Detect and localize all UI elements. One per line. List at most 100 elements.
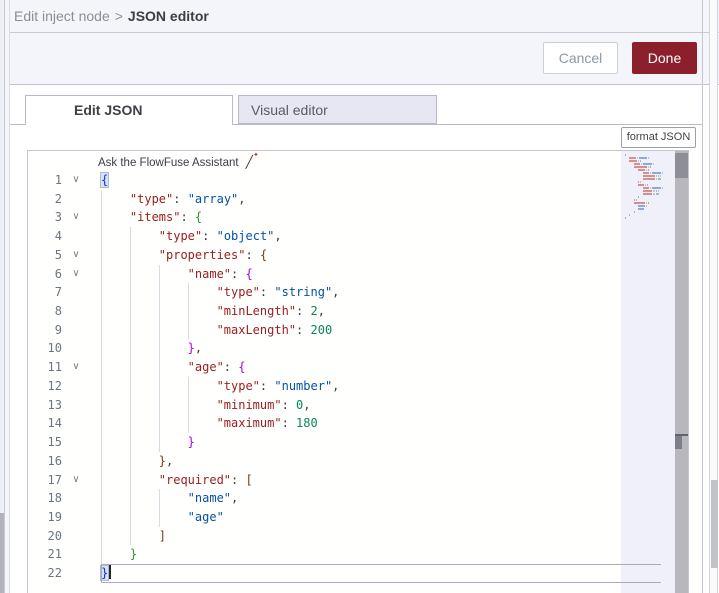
code-text: "properties": { <box>88 245 675 265</box>
code-text: "items": { <box>88 208 675 228</box>
code-text: "maxLength": 200 <box>88 320 675 340</box>
code-line[interactable]: 9 "maxLength": 200 <box>28 320 675 340</box>
code-text: "name", <box>88 489 675 508</box>
fold-gutter <box>64 190 88 209</box>
code-line[interactable]: 13 "minimum": 0, <box>28 395 675 415</box>
fold-gutter <box>64 489 88 508</box>
code-text: ] <box>88 526 675 546</box>
fold-gutter <box>64 545 88 564</box>
code-line[interactable]: 16}, <box>28 451 675 471</box>
fold-gutter <box>64 377 88 396</box>
line-number: 8 <box>54 304 62 319</box>
line-number: 20 <box>47 528 62 543</box>
line-number: 11 <box>47 360 62 375</box>
code-text: "type": "string", <box>88 283 675 303</box>
code-line[interactable]: 20] <box>28 526 675 546</box>
breadcrumb-parent-link[interactable]: Edit inject node <box>14 8 110 24</box>
code-line[interactable]: 15} <box>28 433 675 452</box>
breadcrumb-separator: > <box>114 8 123 24</box>
code-line[interactable]: 3 ∨ "items": { <box>28 208 675 228</box>
cancel-button[interactable]: Cancel <box>543 42 618 74</box>
code-line[interactable]: 11 ∨ "age": { <box>28 358 675 377</box>
line-number: 15 <box>47 435 62 450</box>
text-cursor <box>109 565 112 580</box>
code-text: "required": [ <box>88 470 675 490</box>
code-text: "maximum": 180 <box>88 414 675 434</box>
code-text: "type": "number", <box>88 376 675 396</box>
code-line[interactable]: 18 "name", <box>28 489 675 508</box>
tab-edit-json[interactable]: Edit JSON <box>25 95 233 125</box>
done-button[interactable]: Done <box>632 42 697 74</box>
code-lines[interactable]: 1 ∨{2 "type": "array", 3 ∨ "items": {4 "type":… <box>28 171 675 583</box>
assistant-hint[interactable]: Ask the FlowFuse Assistant ╱ ✦ <box>98 151 259 170</box>
tray-header: Edit inject node > JSON editor <box>0 0 719 33</box>
line-number: 21 <box>47 547 62 562</box>
code-line[interactable]: 19 "age" <box>28 507 675 527</box>
fold-gutter <box>64 283 88 302</box>
line-number: 12 <box>47 378 62 393</box>
line-number: 22 <box>47 566 62 581</box>
json-editor-tray: Edit inject node > JSON editor Cancel Done… <box>0 0 719 593</box>
code-line[interactable]: 22} <box>28 564 675 583</box>
tray-right-border <box>702 0 703 593</box>
tab-visual-editor[interactable]: Visual editor <box>238 95 437 124</box>
code-text: "minLength": 2, <box>88 302 675 321</box>
line-number: 10 <box>47 341 62 356</box>
code-line[interactable]: 4 "type": "object", <box>28 227 675 246</box>
line-number: 17 <box>47 472 62 487</box>
code-line[interactable]: 17 ∨ "required": [ <box>28 470 675 490</box>
fold-chevron-icon[interactable]: ∨ <box>64 265 88 284</box>
page-scrollbar-thumb[interactable] <box>711 480 718 568</box>
page-scrollbar-track[interactable] <box>709 0 718 593</box>
code-text: }, <box>88 451 675 471</box>
code-text: "type": "object", <box>88 227 675 246</box>
editor-scrollbar-thumb[interactable] <box>675 153 688 178</box>
format-json-button[interactable]: format JSON <box>621 127 696 148</box>
code-text: } <box>88 545 675 565</box>
fold-gutter <box>64 564 88 583</box>
code-text: "type": "array", <box>88 189 675 209</box>
fold-chevron-icon[interactable]: ∨ <box>64 471 88 490</box>
breadcrumb: Edit inject node > JSON editor <box>14 8 209 24</box>
code-line[interactable]: 21} <box>28 545 675 565</box>
page-title: JSON editor <box>127 8 209 24</box>
tray-left-border <box>9 0 10 593</box>
line-number: 13 <box>47 397 62 412</box>
code-line[interactable]: 6 ∨ "name": { <box>28 264 675 284</box>
tab-label: Edit JSON <box>74 102 143 118</box>
fold-gutter <box>64 302 88 321</box>
fold-chevron-icon[interactable]: ∨ <box>64 358 88 377</box>
assistant-hint-label: Ask the FlowFuse Assistant <box>98 157 239 169</box>
fold-gutter <box>64 396 88 415</box>
code-line[interactable]: 14 "maximum": 180 <box>28 414 675 434</box>
overview-ruler-marker <box>675 436 682 449</box>
line-number: 16 <box>47 453 62 468</box>
tray-toolbar: Cancel Done <box>0 33 719 85</box>
code-line[interactable]: 8 "minLength": 2, <box>28 302 675 321</box>
line-number: 7 <box>54 285 62 300</box>
line-number: 3 <box>54 210 62 225</box>
code-line[interactable]: 5 ∨ "properties": { <box>28 245 675 265</box>
monaco-json-editor[interactable]: Ask the FlowFuse Assistant ╱ ✦ 1 ∨{2 "type":… <box>27 150 689 593</box>
fold-chevron-icon[interactable]: ∨ <box>64 246 88 265</box>
fold-chevron-icon[interactable]: ∨ <box>64 171 88 190</box>
code-text: "age" <box>88 507 675 527</box>
code-line[interactable]: 1 ∨ { <box>28 171 675 190</box>
code-line[interactable]: 7 "type": "string", <box>28 283 675 303</box>
left-scrollbar-thumb[interactable] <box>0 513 4 593</box>
code-line[interactable]: 10}, <box>28 339 675 359</box>
line-number: 6 <box>54 266 62 281</box>
code-line[interactable]: 2 "type": "array", <box>28 189 675 209</box>
line-number: 1 <box>54 173 62 187</box>
line-number: 19 <box>47 509 62 524</box>
tab-label: Visual editor <box>251 102 328 118</box>
code-line[interactable]: 12 "type": "number", <box>28 376 675 396</box>
fold-gutter <box>64 414 88 433</box>
editor-vertical-scrollbar[interactable] <box>675 151 688 593</box>
line-number: 4 <box>54 229 62 244</box>
wand-sparkle-icon: ╱ ✦ <box>245 151 259 169</box>
line-number: 5 <box>54 247 62 262</box>
fold-gutter <box>64 452 88 471</box>
line-number: 14 <box>47 416 62 431</box>
fold-chevron-icon[interactable]: ∨ <box>64 208 88 227</box>
